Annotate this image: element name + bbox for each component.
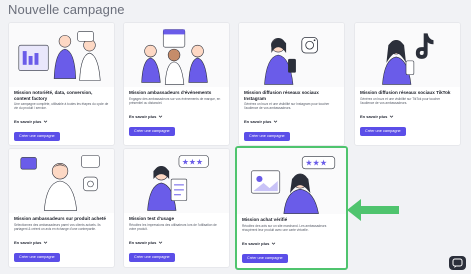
chevron-down-icon — [390, 115, 394, 118]
campaign-card-produit-achete[interactable]: Mission ambassadeurs sur produit acheté … — [8, 148, 115, 268]
campaign-card-notoriete[interactable]: Mission notoriété, data, conversion, con… — [8, 22, 115, 146]
chevron-down-icon — [272, 242, 276, 245]
chevron-down-icon — [44, 120, 48, 123]
campaign-card-tiktok[interactable]: Mission diffusion réseaux sociaux TikTok… — [354, 22, 461, 146]
campaign-card-achat-verifie[interactable]: ★★★ Mission achat vérifié Récoltez des a… — [235, 146, 348, 270]
learn-more-link[interactable]: En savoir plus — [242, 240, 341, 246]
card-description: Récoltez les impressions des utilisateur… — [129, 223, 217, 231]
card-description: Une campagne complète, utilisable à tout… — [14, 102, 109, 111]
learn-more-label: En savoir plus — [129, 239, 157, 245]
card-illustration: ★★★ — [124, 149, 229, 213]
svg-text:★★★: ★★★ — [305, 158, 327, 168]
learn-more-label: En savoir plus — [360, 113, 388, 119]
create-campaign-button[interactable]: Créer une campagne — [14, 253, 60, 262]
card-title: Mission ambassadeurs sur produit acheté — [14, 216, 106, 221]
card-illustration — [239, 23, 344, 87]
card-illustration — [9, 23, 114, 87]
card-description: Récoltez des avis sur un site marchand. … — [242, 224, 327, 232]
card-title: Mission notoriété, data, conversion, con… — [14, 90, 93, 101]
create-campaign-button[interactable]: Créer une campagne — [129, 127, 175, 136]
learn-more-link[interactable]: En savoir plus — [360, 113, 455, 119]
card-title: Mission achat vérifié — [242, 217, 288, 222]
learn-more-link[interactable]: En savoir plus — [129, 239, 224, 245]
campaign-card-evenements[interactable]: Mission ambassadeurs d'événements Engage… — [123, 22, 230, 146]
card-title: Mission ambassadeurs d'événements — [129, 90, 212, 95]
card-title: Mission diffusion réseaux sociaux Instag… — [244, 90, 319, 101]
svg-text:★★★: ★★★ — [182, 157, 203, 166]
campaign-card-instagram[interactable]: Mission diffusion réseaux sociaux Instag… — [238, 22, 345, 146]
card-illustration — [355, 23, 460, 87]
card-illustration — [9, 149, 114, 213]
page-title: Nouvelle campagne — [8, 2, 125, 17]
chevron-down-icon — [159, 115, 163, 118]
chat-button[interactable] — [449, 256, 466, 270]
card-description: Générez un buzz et une visibilité sur In… — [244, 102, 330, 111]
create-campaign-button[interactable]: Créer une campagne — [14, 132, 60, 142]
create-campaign-button[interactable]: Créer une campagne — [129, 253, 175, 262]
learn-more-label: En savoir plus — [244, 118, 272, 124]
learn-more-label: En savoir plus — [129, 113, 157, 119]
card-title: Mission diffusion réseaux sociaux TikTok — [360, 90, 451, 95]
card-description: Engagez des ambassadeurs sur vos événeme… — [129, 97, 221, 105]
card-title: Mission test d'usage — [129, 216, 174, 221]
learn-more-label: En savoir plus — [14, 239, 42, 245]
chat-icon — [452, 258, 463, 268]
learn-more-label: En savoir plus — [242, 240, 270, 246]
chevron-down-icon — [44, 241, 48, 244]
campaign-card-test-usage[interactable]: ★★★ Mission test d'usage Récoltez les im… — [123, 148, 230, 268]
chevron-down-icon — [159, 241, 163, 244]
create-campaign-button[interactable]: Créer une campagne — [360, 127, 406, 136]
card-description: Générez un buzz et une visibilité sur Ti… — [360, 97, 441, 105]
arrow-left-icon — [347, 199, 399, 221]
chevron-down-icon — [274, 120, 278, 123]
create-campaign-button[interactable]: Créer une campagne — [242, 254, 288, 263]
card-illustration — [124, 23, 229, 87]
create-campaign-button[interactable]: Créer une campagne — [244, 132, 290, 142]
learn-more-link[interactable]: En savoir plus — [14, 118, 109, 124]
card-description: Sélectionnez des ambassadeurs parmi vos … — [14, 223, 101, 231]
learn-more-link[interactable]: En savoir plus — [129, 113, 224, 119]
learn-more-link[interactable]: En savoir plus — [244, 118, 339, 124]
learn-more-link[interactable]: En savoir plus — [14, 239, 109, 245]
learn-more-label: En savoir plus — [14, 118, 42, 124]
card-illustration: ★★★ — [237, 148, 346, 214]
